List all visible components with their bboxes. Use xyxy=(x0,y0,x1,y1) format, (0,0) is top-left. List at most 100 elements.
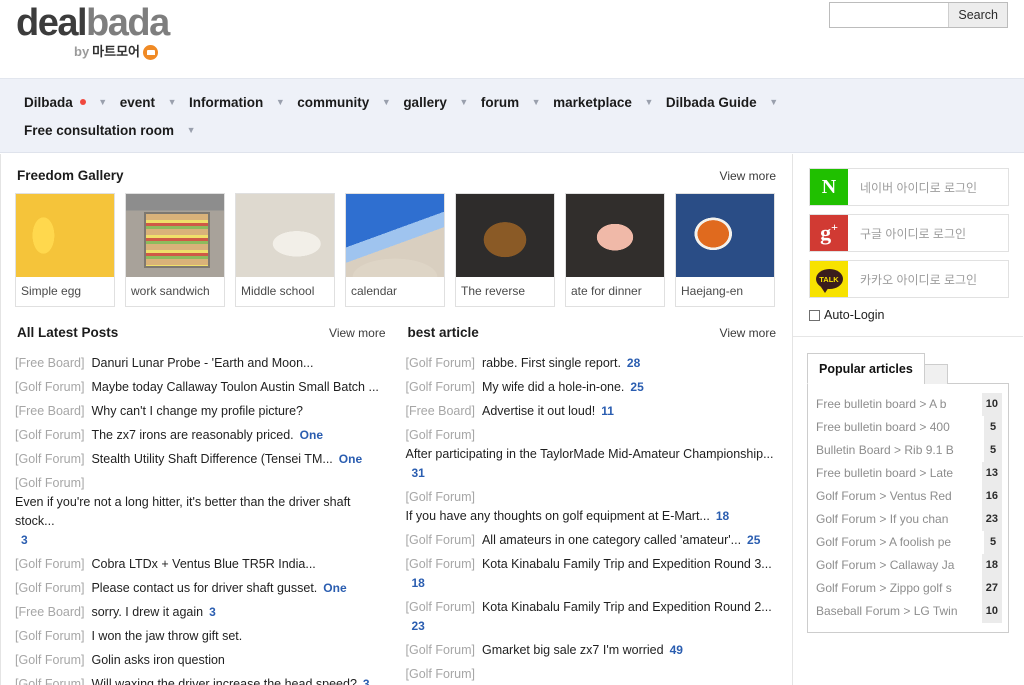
post-title[interactable]: Even if you're not a long hitter, it's b… xyxy=(15,493,388,531)
post-title[interactable]: Advertise it out loud! xyxy=(482,402,595,421)
popular-article-row[interactable]: Free bulletin board > A b 10 xyxy=(816,393,1002,416)
gallery-thumbnail-image[interactable] xyxy=(346,194,444,277)
chevron-down-icon[interactable]: ▼ xyxy=(447,97,481,107)
chevron-down-icon[interactable]: ▼ xyxy=(757,97,791,107)
nav-item-free-consultation-room[interactable]: Free consultation room xyxy=(24,123,174,138)
post-title[interactable]: Please contact us for driver shaft gusse… xyxy=(91,579,317,598)
gallery-item[interactable]: ate for dinner xyxy=(565,193,665,307)
post-row[interactable]: [Golf Forum] Kota Kinabalu Family Trip an… xyxy=(406,553,779,596)
login-button-kakao[interactable]: TALK 카카오 아이디로 로그인 xyxy=(809,260,1009,298)
post-title[interactable]: Golin asks iron question xyxy=(91,651,224,670)
post-title[interactable]: sorry. I drew it again xyxy=(91,603,203,622)
popular-article-title[interactable]: Free bulletin board > Late xyxy=(816,463,978,484)
popular-article-title[interactable]: Golf Forum > If you chan xyxy=(816,509,978,530)
gallery-item[interactable]: The reverse xyxy=(455,193,555,307)
post-row[interactable]: [Free Board] Why can't I change my profil… xyxy=(15,400,388,424)
popular-article-title[interactable]: Golf Forum > A foolish pe xyxy=(816,532,980,553)
post-title[interactable]: My wife did a hole-in-one. xyxy=(482,378,624,397)
popular-article-row[interactable]: Golf Forum > A foolish pe 5 xyxy=(816,531,1002,554)
gallery-item[interactable]: Simple egg xyxy=(15,193,115,307)
chevron-down-icon[interactable]: ▼ xyxy=(263,97,297,107)
popular-article-title[interactable]: Free bulletin board > A b xyxy=(816,394,978,415)
nav-item-dilbada-guide[interactable]: Dilbada Guide xyxy=(666,95,757,110)
popular-article-row[interactable]: Bulletin Board > Rib 9.1 B5 xyxy=(816,439,1002,462)
post-row[interactable]: [Golf Forum] Stealth Utility Shaft Differ… xyxy=(15,448,388,472)
post-row[interactable]: [Golf Forum] I won the jaw throw gift set… xyxy=(15,625,388,649)
chevron-down-icon[interactable]: ▼ xyxy=(369,97,403,107)
post-row[interactable]: [Golf Forum] rabbe. First single report. 2… xyxy=(406,352,779,376)
gallery-thumbnail-image[interactable] xyxy=(456,194,554,277)
post-row[interactable]: [Free Board] Danuri Lunar Probe - 'Earth … xyxy=(15,352,388,376)
post-title[interactable]: The zx7 irons are reasonably priced. xyxy=(91,426,293,445)
popular-article-row[interactable]: Baseball Forum > LG Twin 10 xyxy=(816,600,1002,623)
gallery-thumbnail-image[interactable] xyxy=(16,194,114,277)
gallery-thumbnail-image[interactable] xyxy=(566,194,664,277)
post-title[interactable]: Stealth Utility Shaft Difference (Tensei… xyxy=(91,450,332,469)
post-title[interactable]: Kota Kinabalu Family Trip and Expedition… xyxy=(482,598,772,617)
post-title[interactable]: Cobra LTDx + Ventus Blue TR5R India... xyxy=(91,555,315,574)
post-title[interactable]: If you have any thoughts on golf equipme… xyxy=(406,507,710,526)
chevron-down-icon[interactable]: ▼ xyxy=(632,97,666,107)
search-box[interactable]: Search xyxy=(829,2,1008,28)
gallery-item[interactable]: Middle school xyxy=(235,193,335,307)
site-logo[interactable]: dealbada by 마트모어 xyxy=(16,4,170,60)
popular-article-title[interactable]: Bulletin Board > Rib 9.1 B xyxy=(816,440,980,461)
post-row[interactable]: [Golf Forum] Please contact us for driver… xyxy=(15,577,388,601)
chevron-down-icon[interactable]: ▼ xyxy=(519,97,553,107)
post-row[interactable]: [Golf Forum] After participating in the T… xyxy=(406,424,779,486)
popular-article-row[interactable]: Golf Forum > Callaway Ja 18 xyxy=(816,554,1002,577)
popular-article-title[interactable]: Baseball Forum > LG Twin xyxy=(816,601,978,622)
post-row[interactable]: [Golf Forum] If you have any thoughts on … xyxy=(406,486,779,529)
post-row[interactable]: [Golf Forum] My wife did a hole-in-one. 25 xyxy=(406,376,779,400)
latest-view-more-link[interactable]: View more xyxy=(329,326,385,340)
post-title[interactable]: rabbe. First single report. xyxy=(482,354,621,373)
post-row[interactable]: [Free Board] sorry. I drew it again 3 xyxy=(15,601,388,625)
popular-article-title[interactable]: Free bulletin board > 400 xyxy=(816,417,980,438)
tab-popular-articles[interactable]: Popular articles xyxy=(807,353,925,384)
post-title[interactable]: After participating in the TaylorMade Mi… xyxy=(406,445,774,464)
post-row[interactable]: [Golf Forum] All amateurs in one category… xyxy=(406,529,779,553)
nav-item-event[interactable]: event xyxy=(120,95,155,110)
login-button-naver[interactable]: N 네이버 아이디로 로그인 xyxy=(809,168,1009,206)
post-row[interactable]: [Golf Forum](PXG purchasing agency) We w… xyxy=(406,663,779,685)
post-title[interactable]: Maybe today Callaway Toulon Austin Small… xyxy=(91,378,378,397)
nav-item-forum[interactable]: forum xyxy=(481,95,519,110)
popular-article-row[interactable]: Free bulletin board > Late 13 xyxy=(816,462,1002,485)
post-row[interactable]: [Free Board] Advertise it out loud! 11 xyxy=(406,400,779,424)
gallery-thumbnail-image[interactable] xyxy=(236,194,334,277)
nav-item-marketplace[interactable]: marketplace xyxy=(553,95,632,110)
gallery-item[interactable]: calendar xyxy=(345,193,445,307)
chevron-down-icon[interactable]: ▼ xyxy=(86,97,120,107)
popular-article-row[interactable]: Free bulletin board > 400 5 xyxy=(816,416,1002,439)
post-row[interactable]: [Golf Forum] The zx7 irons are reasonably… xyxy=(15,424,388,448)
post-title[interactable]: Kota Kinabalu Family Trip and Expedition… xyxy=(482,555,772,574)
post-row[interactable]: [Golf Forum] Golin asks iron question xyxy=(15,649,388,673)
nav-item-information[interactable]: Information xyxy=(189,95,263,110)
popular-article-row[interactable]: Golf Forum > If you chan 23 xyxy=(816,508,1002,531)
post-title[interactable]: All amateurs in one category called 'ama… xyxy=(482,531,741,550)
post-row[interactable]: [Golf Forum] Gmarket big sale zx7 I'm wor… xyxy=(406,639,779,663)
post-row[interactable]: [Golf Forum] Kota Kinabalu Family Trip an… xyxy=(406,596,779,639)
post-title[interactable]: Gmarket big sale zx7 I'm worried xyxy=(482,641,664,660)
post-row[interactable]: [Golf Forum] Maybe today Callaway Toulon … xyxy=(15,376,388,400)
popular-article-title[interactable]: Golf Forum > Zippo golf s xyxy=(816,578,978,599)
login-button-google[interactable]: g + 구글 아이디로 로그인 xyxy=(809,214,1009,252)
chevron-down-icon[interactable]: ▼ xyxy=(155,97,189,107)
nav-item-dilbada[interactable]: Dilbada xyxy=(24,95,86,110)
auto-login-row[interactable]: Auto-Login xyxy=(809,308,1009,322)
search-button[interactable]: Search xyxy=(948,3,1007,27)
post-row[interactable]: [Golf Forum] Even if you're not a long hi… xyxy=(15,472,388,553)
tab-secondary[interactable] xyxy=(923,364,948,384)
chevron-down-icon[interactable]: ▼ xyxy=(174,125,208,135)
post-row[interactable]: [Golf Forum] Cobra LTDx + Ventus Blue TR5… xyxy=(15,553,388,577)
popular-article-title[interactable]: Golf Forum > Callaway Ja xyxy=(816,555,978,576)
post-title[interactable]: Why can't I change my profile picture? xyxy=(91,402,303,421)
auto-login-checkbox[interactable] xyxy=(809,309,820,321)
search-input[interactable] xyxy=(830,3,949,27)
popular-article-title[interactable]: Golf Forum > Ventus Red xyxy=(816,486,978,507)
nav-item-community[interactable]: community xyxy=(297,95,369,110)
gallery-item[interactable]: work sandwich xyxy=(125,193,225,307)
post-row[interactable]: [Golf Forum] Will waxing the driver incre… xyxy=(15,673,388,685)
popular-article-row[interactable]: Golf Forum > Zippo golf s 27 xyxy=(816,577,1002,600)
gallery-view-more-link[interactable]: View more xyxy=(720,169,776,183)
